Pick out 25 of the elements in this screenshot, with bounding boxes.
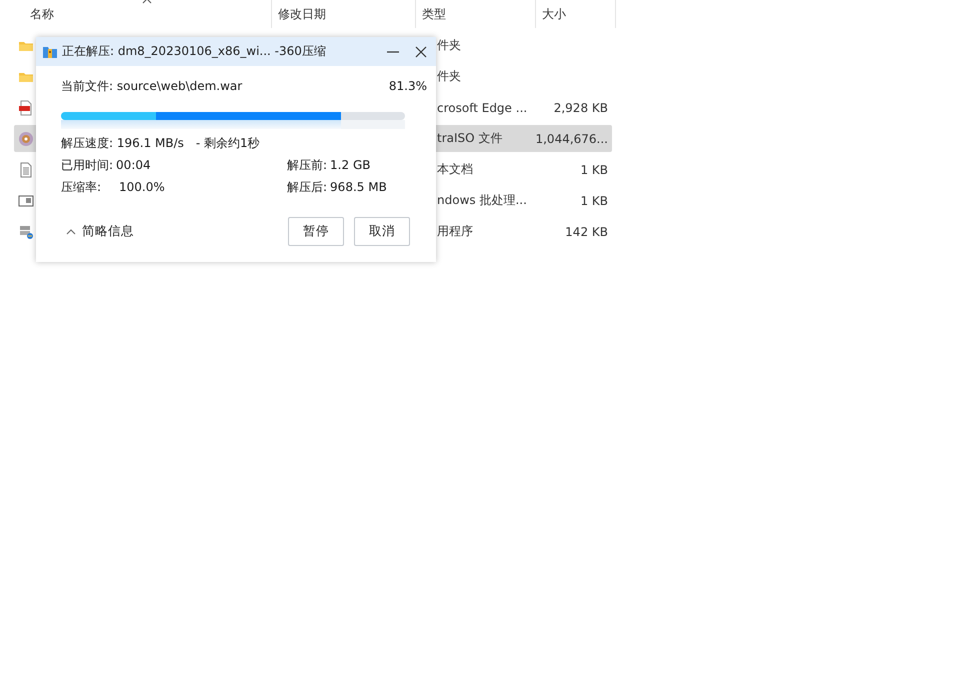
file-type: ndows 批处理... xyxy=(437,192,527,209)
file-size: 1 KB xyxy=(580,162,608,176)
stat-label: 压缩率: xyxy=(61,178,102,196)
file-size: 142 KB xyxy=(565,224,608,238)
stat-value: 00:04 xyxy=(116,158,151,172)
file-size: 1 KB xyxy=(580,194,608,208)
file-type: 用程序 xyxy=(437,223,473,240)
file-size: 1,044,676... xyxy=(535,132,608,146)
stat-label: 解压后: xyxy=(287,178,328,196)
file-type: 本文档 xyxy=(437,161,473,178)
speed-label: 解压速度: 196.1 MB/s xyxy=(61,134,184,152)
window-title: 正在解压: dm8_20230106_x86_wi... -360压缩 xyxy=(62,43,327,60)
file-size: 2,928 KB xyxy=(554,100,608,114)
stat-value: 968.5 MB xyxy=(330,180,387,194)
progress-percent: 81.3% xyxy=(388,79,427,93)
remaining-time-label: - 剩余约1秒 xyxy=(196,134,260,152)
stat-label: 解压前: xyxy=(287,156,328,174)
current-file-label: 当前文件: source\web\dem.war xyxy=(61,78,242,94)
file-type: traISO 文件 xyxy=(437,130,502,147)
file-type: crosoft Edge ... xyxy=(437,100,528,114)
file-type: 件夹 xyxy=(437,68,461,85)
file-type: 件夹 xyxy=(437,37,461,54)
stat-value: 100.0% xyxy=(119,180,165,194)
stat-value: 1.2 GB xyxy=(330,158,370,172)
stat-label: 已用时间: xyxy=(61,156,114,174)
